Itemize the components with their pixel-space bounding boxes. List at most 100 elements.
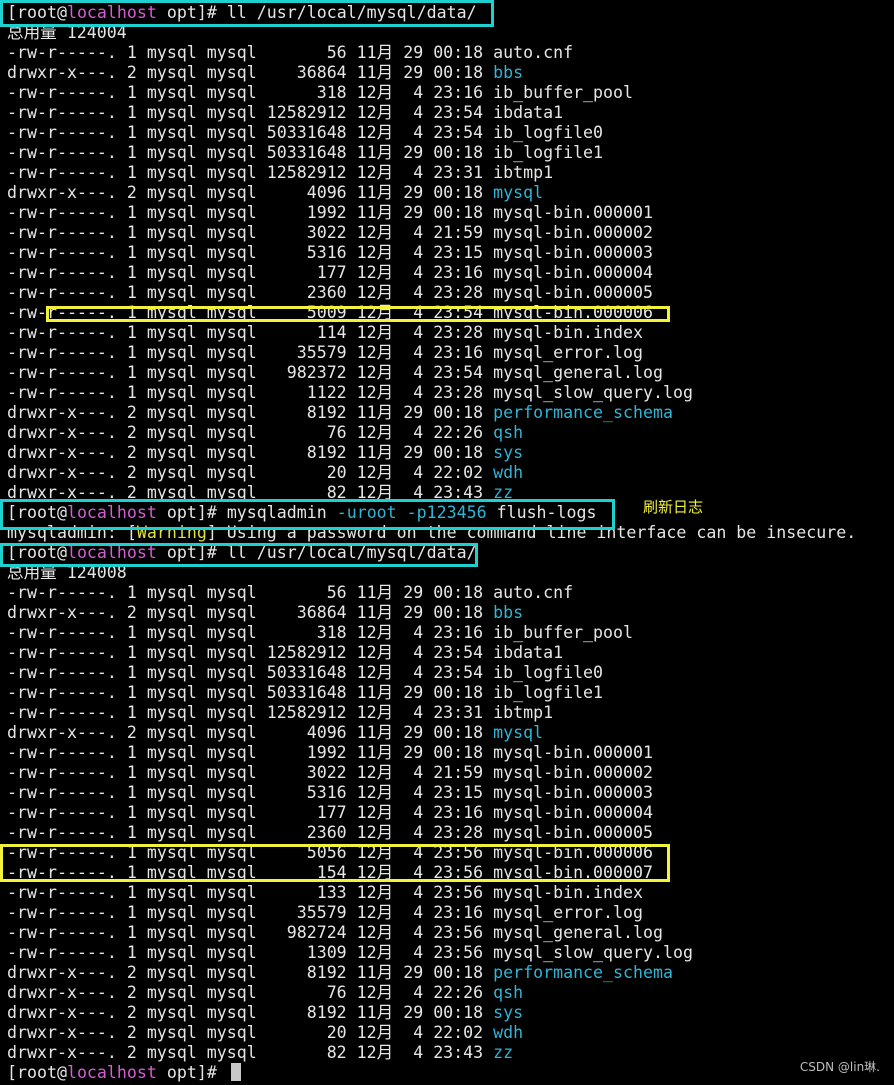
file-name: mysql-bin.000005 — [493, 823, 653, 842]
file-meta: -rw-r-----. 1 mysql mysql 12582912 12月 4… — [7, 163, 494, 182]
file-name: mysql-bin.000003 — [493, 783, 653, 802]
file-name: mysql-bin.000004 — [493, 803, 653, 822]
file-name: ib_buffer_pool — [493, 83, 634, 102]
warning-prefix: mysqladmin: [ — [7, 523, 137, 542]
file-meta: drwxr-x---. 2 mysql mysql 82 12月 4 23:43 — [7, 483, 494, 502]
directory-name: zz — [493, 483, 514, 502]
file-row: -rw-r-----. 1 mysql mysql 2360 12月 4 23:… — [7, 283, 653, 303]
command-password-arg: -p123456 — [406, 503, 487, 522]
prompt-user: [root@ — [7, 543, 67, 562]
file-meta: -rw-r-----. 1 mysql mysql 50331648 12月 4… — [7, 123, 494, 142]
file-row: -rw-r-----. 1 mysql mysql 35579 12月 4 23… — [7, 343, 643, 363]
watermark: CSDN @lin琳. — [799, 1060, 880, 1074]
file-meta: drwxr-x---. 2 mysql mysql 20 12月 4 22:02 — [7, 1023, 494, 1042]
file-name: mysql-bin.000007 — [493, 863, 653, 882]
file-meta: -rw-r-----. 1 mysql mysql 56 11月 29 00:1… — [7, 583, 494, 602]
prompt-line-4[interactable]: [root@localhost opt]# — [7, 1063, 241, 1083]
file-meta: -rw-r-----. 1 mysql mysql 133 12月 4 23:5… — [7, 883, 494, 902]
file-name: ib_logfile0 — [493, 663, 604, 682]
file-meta: drwxr-x---. 2 mysql mysql 76 12月 4 22:26 — [7, 983, 494, 1002]
file-meta: -rw-r-----. 1 mysql mysql 1992 11月 29 00… — [7, 203, 494, 222]
file-name: ib_logfile1 — [493, 143, 604, 162]
file-row: -rw-r-----. 1 mysql mysql 3022 12月 4 21:… — [7, 763, 653, 783]
directory-name: sys — [493, 443, 524, 462]
file-meta: -rw-r-----. 1 mysql mysql 2360 12月 4 23:… — [7, 283, 494, 302]
total-line-2: 总用量 124008 — [7, 563, 127, 582]
file-meta: drwxr-x---. 2 mysql mysql 4096 11月 29 00… — [7, 723, 494, 742]
file-name: ib_logfile1 — [493, 683, 604, 702]
file-name: ibdata1 — [493, 643, 564, 662]
file-name: mysql-bin.000001 — [493, 203, 653, 222]
directory-name: mysql — [493, 723, 544, 742]
file-meta: -rw-r-----. 1 mysql mysql 5056 12月 4 23:… — [7, 843, 494, 862]
file-meta: drwxr-x---. 2 mysql mysql 8192 11月 29 00… — [7, 1003, 494, 1022]
file-name: auto.cnf — [493, 43, 574, 62]
file-meta: -rw-r-----. 1 mysql mysql 12582912 12月 4… — [7, 703, 494, 722]
file-row: drwxr-x---. 2 mysql mysql 82 12月 4 23:43… — [7, 1043, 513, 1063]
file-meta: -rw-r-----. 1 mysql mysql 5316 12月 4 23:… — [7, 783, 494, 802]
file-row: -rw-r-----. 1 mysql mysql 12582912 12月 4… — [7, 163, 553, 183]
file-meta: drwxr-x---. 2 mysql mysql 8192 11月 29 00… — [7, 403, 494, 422]
file-meta: drwxr-x---. 2 mysql mysql 82 12月 4 23:43 — [7, 1043, 494, 1062]
file-row: -rw-r-----. 1 mysql mysql 5009 12月 4 23:… — [7, 303, 653, 323]
file-name: mysql-bin.000002 — [493, 763, 653, 782]
prompt-line-1: [root@localhost opt]# ll /usr/local/mysq… — [7, 3, 477, 23]
file-meta: drwxr-x---. 2 mysql mysql 20 12月 4 22:02 — [7, 463, 494, 482]
file-meta: -rw-r-----. 1 mysql mysql 50331648 12月 4… — [7, 663, 494, 682]
command-ll-2: ll /usr/local/mysql/data/ — [226, 543, 477, 562]
file-row: -rw-r-----. 1 mysql mysql 12582912 12月 4… — [7, 103, 563, 123]
file-row: -rw-r-----. 1 mysql mysql 50331648 11月 2… — [7, 143, 603, 163]
file-row: -rw-r-----. 1 mysql mysql 50331648 12月 4… — [7, 123, 603, 143]
command-user-arg: -uroot — [336, 503, 397, 522]
file-row: -rw-r-----. 1 mysql mysql 5056 12月 4 23:… — [7, 843, 653, 863]
file-row: -rw-r-----. 1 mysql mysql 982372 12月 4 2… — [7, 363, 663, 383]
file-row: -rw-r-----. 1 mysql mysql 12582912 12月 4… — [7, 703, 553, 723]
file-meta: -rw-r-----. 1 mysql mysql 12582912 12月 4… — [7, 103, 494, 122]
directory-name: zz — [493, 1043, 514, 1062]
file-row: drwxr-x---. 2 mysql mysql 76 12月 4 22:26… — [7, 983, 523, 1003]
prompt-host: localhost — [66, 543, 157, 562]
directory-name: bbs — [493, 63, 524, 82]
file-meta: -rw-r-----. 1 mysql mysql 50331648 11月 2… — [7, 143, 494, 162]
file-row: -rw-r-----. 1 mysql mysql 56 11月 29 00:1… — [7, 43, 573, 63]
file-meta: -rw-r-----. 1 mysql mysql 35579 12月 4 23… — [7, 903, 494, 922]
file-meta: -rw-r-----. 1 mysql mysql 177 12月 4 23:1… — [7, 803, 494, 822]
file-meta: -rw-r-----. 1 mysql mysql 2360 12月 4 23:… — [7, 823, 494, 842]
file-meta: -rw-r-----. 1 mysql mysql 5316 12月 4 23:… — [7, 243, 494, 262]
directory-name: performance_schema — [493, 403, 673, 422]
file-name: mysql-bin.000002 — [493, 223, 653, 242]
annotation-flush-logs: 刷新日志 — [643, 498, 704, 516]
file-row: -rw-r-----. 1 mysql mysql 177 12月 4 23:1… — [7, 263, 653, 283]
file-meta: -rw-r-----. 1 mysql mysql 12582912 12月 4… — [7, 643, 494, 662]
warning-text: ] Using a password on the command line i… — [206, 523, 857, 542]
prompt-path: opt]# — [156, 3, 227, 22]
file-name: mysql-bin.000004 — [493, 263, 653, 282]
directory-name: wdh — [493, 463, 524, 482]
prompt-user: [root@ — [7, 1063, 67, 1082]
file-row: drwxr-x---. 2 mysql mysql 76 12月 4 22:26… — [7, 423, 523, 443]
file-row: -rw-r-----. 1 mysql mysql 154 12月 4 23:5… — [7, 863, 653, 883]
file-name: ibdata1 — [493, 103, 564, 122]
prompt-path: opt]# — [156, 543, 227, 562]
file-name: mysql-bin.000003 — [493, 243, 653, 262]
file-row: -rw-r-----. 1 mysql mysql 50331648 11月 2… — [7, 683, 603, 703]
file-meta: drwxr-x---. 2 mysql mysql 4096 11月 29 00… — [7, 183, 494, 202]
file-meta: -rw-r-----. 1 mysql mysql 114 12月 4 23:2… — [7, 323, 494, 342]
terminal-cursor — [230, 1063, 241, 1081]
command-mysqladmin: mysqladmin — [226, 503, 337, 522]
file-meta: -rw-r-----. 1 mysql mysql 1309 12月 4 23:… — [7, 943, 494, 962]
warning-tag: Warning — [136, 523, 207, 542]
file-meta: -rw-r-----. 1 mysql mysql 56 11月 29 00:1… — [7, 43, 494, 62]
file-name: ib_buffer_pool — [493, 623, 634, 642]
prompt-user: [root@ — [7, 3, 67, 22]
file-meta: drwxr-x---. 2 mysql mysql 8192 11月 29 00… — [7, 443, 494, 462]
file-row: -rw-r-----. 1 mysql mysql 177 12月 4 23:1… — [7, 803, 653, 823]
command-ll-1: ll /usr/local/mysql/data/ — [226, 3, 477, 22]
file-meta: -rw-r-----. 1 mysql mysql 3022 12月 4 21:… — [7, 763, 494, 782]
file-meta: drwxr-x---. 2 mysql mysql 36864 11月 29 0… — [7, 603, 494, 622]
file-meta: -rw-r-----. 1 mysql mysql 982372 12月 4 2… — [7, 363, 494, 382]
file-row: drwxr-x---. 2 mysql mysql 8192 11月 29 00… — [7, 403, 673, 423]
file-row: -rw-r-----. 1 mysql mysql 114 12月 4 23:2… — [7, 323, 643, 343]
terminal-window[interactable]: [root@localhost opt]# ll /usr/local/mysq… — [0, 0, 894, 1085]
file-meta: -rw-r-----. 1 mysql mysql 1992 11月 29 00… — [7, 743, 494, 762]
